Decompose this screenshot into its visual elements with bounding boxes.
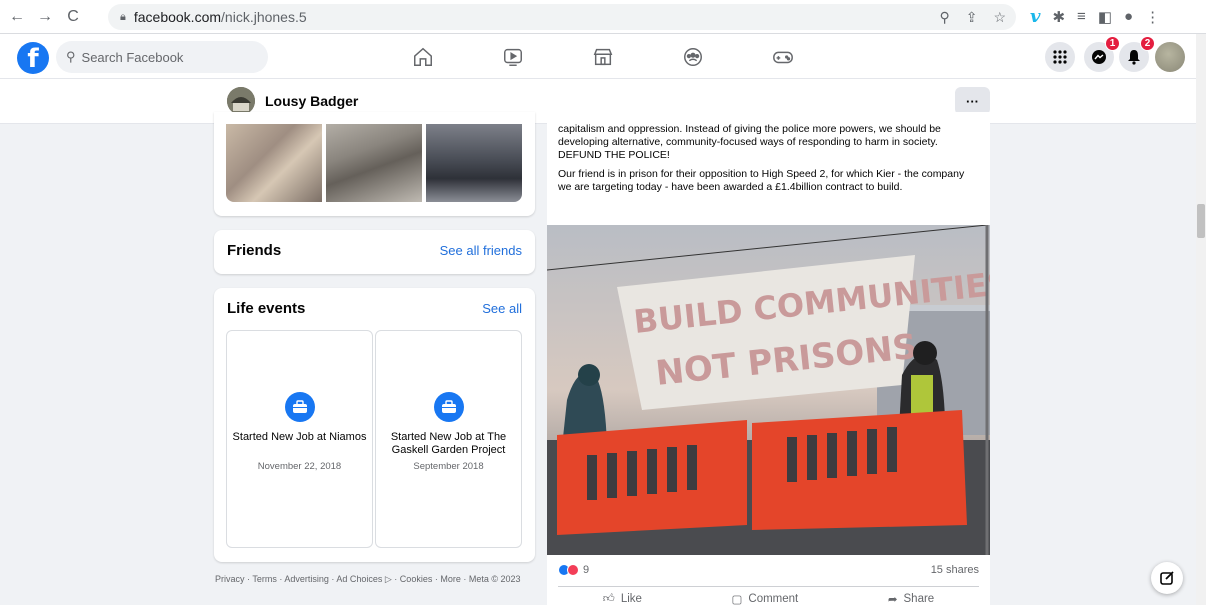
browser-toolbar: ← → C 🔒︎ facebook.com/nick.jhones.5 ⚲ ⇪ … (0, 0, 1206, 34)
compose-icon (1160, 571, 1174, 585)
scrollbar-thumb[interactable] (1197, 204, 1205, 238)
see-all-life-events-link[interactable]: See all (482, 301, 522, 316)
life-event-title: Started New Job at The Gaskell Garden Pr… (390, 431, 507, 456)
life-events-title: Life events (227, 300, 306, 317)
bookmark-star-icon[interactable]: ☆ (993, 9, 1006, 26)
watch-video-icon[interactable] (498, 42, 528, 72)
facebook-header: f ⚲ Search Facebook 1 2 (0, 34, 1196, 79)
divider (558, 586, 979, 587)
life-event-item[interactable]: Started New Job at Niamos November 22, 2… (226, 330, 373, 548)
profile-avatar[interactable] (227, 87, 255, 115)
love-reaction-icon (567, 564, 579, 576)
profile-icon[interactable]: ● (1124, 8, 1133, 25)
page-scrollbar[interactable] (1196, 34, 1206, 605)
url-path: /nick.jhones.5 (221, 9, 307, 25)
lock-icon: 🔒︎ (120, 10, 126, 23)
post-actions: 👍︎ Like ▢ Comment ➦ Share (558, 592, 979, 605)
extensions-puzzle-icon[interactable]: ✱ (1052, 8, 1065, 26)
share-label: Share (903, 593, 935, 605)
notifications-badge: 2 (1140, 36, 1155, 51)
home-icon[interactable] (408, 42, 438, 72)
shares-count[interactable]: 15 shares (931, 564, 979, 576)
photo-thumbnail[interactable] (226, 124, 322, 202)
photo-thumbnail[interactable] (426, 124, 522, 202)
facebook-logo-icon[interactable]: f (17, 42, 49, 74)
account-avatar[interactable] (1155, 42, 1185, 72)
zoom-icon[interactable]: ⚲ (939, 9, 949, 26)
post-card: capitalism and oppression. Instead of gi… (547, 112, 990, 605)
share-button[interactable]: ➦ Share (888, 592, 934, 605)
briefcase-icon (285, 392, 315, 422)
search-placeholder: Search Facebook (81, 49, 184, 65)
search-icon: ⚲ (66, 49, 76, 64)
vimeo-extension-icon[interactable]: v (1030, 6, 1040, 27)
forward-arrow-icon[interactable]: → (34, 6, 56, 28)
new-message-button[interactable] (1151, 562, 1183, 594)
url-host: facebook.com (133, 9, 222, 25)
photo-thumbnail[interactable] (326, 124, 422, 202)
groups-icon[interactable] (678, 42, 708, 72)
footer-links[interactable]: Privacy · Terms · Advertising · Ad Choic… (215, 574, 535, 585)
briefcase-icon (434, 392, 464, 422)
reload-icon[interactable]: C (62, 6, 84, 28)
post-photo[interactable]: BUILD COMMUNITIES NOT PRISONS (547, 225, 990, 555)
post-paragraph: capitalism and oppression. Instead of gi… (558, 123, 941, 161)
profile-name[interactable]: Lousy Badger (265, 93, 358, 109)
reactions-summary[interactable]: 9 (558, 564, 589, 576)
life-event-date: September 2018 (413, 461, 484, 472)
marketplace-icon[interactable] (588, 42, 618, 72)
see-all-friends-link[interactable]: See all friends (440, 243, 522, 258)
friends-title: Friends (227, 242, 282, 259)
life-events-card: Life events See all Started New Job at N… (214, 288, 535, 562)
gaming-icon[interactable] (768, 42, 798, 72)
comment-label: Comment (748, 593, 799, 605)
menu-grid-icon[interactable] (1045, 42, 1075, 72)
friends-card: Friends See all friends (214, 230, 535, 274)
comment-icon: ▢ (731, 594, 743, 605)
messenger-icon[interactable]: 1 (1084, 36, 1120, 72)
address-bar[interactable]: 🔒︎ facebook.com/nick.jhones.5 ⚲ ⇪ ☆ (108, 4, 1016, 30)
comment-button[interactable]: ▢ Comment (732, 592, 799, 605)
post-paragraph: Our friend is in prison for their opposi… (558, 168, 965, 193)
chrome-menu-icon[interactable]: ⋮ (1145, 8, 1160, 26)
life-event-date: November 22, 2018 (257, 461, 342, 472)
post-text: capitalism and oppression. Instead of gi… (558, 123, 978, 200)
share-icon[interactable]: ⇪ (966, 9, 978, 26)
back-arrow-icon[interactable]: ← (6, 6, 28, 28)
share-arrow-icon: ➦ (887, 594, 898, 605)
search-input[interactable]: ⚲ Search Facebook (56, 41, 268, 73)
life-event-item[interactable]: Started New Job at The Gaskell Garden Pr… (375, 330, 522, 548)
reading-list-icon[interactable]: ≡ (1077, 8, 1086, 25)
side-panel-icon[interactable]: ◧ (1098, 8, 1112, 26)
photos-card (214, 112, 535, 216)
like-button[interactable]: 👍︎ Like (603, 592, 642, 605)
life-event-title: Started New Job at Niamos (232, 431, 367, 443)
like-label: Like (620, 593, 642, 605)
messenger-badge: 1 (1105, 36, 1120, 51)
thumbs-up-icon: 👍︎ (602, 593, 615, 605)
notifications-bell-icon[interactable]: 2 (1119, 36, 1155, 72)
more-options-button[interactable]: ··· (955, 87, 990, 115)
reaction-count: 9 (583, 564, 590, 576)
